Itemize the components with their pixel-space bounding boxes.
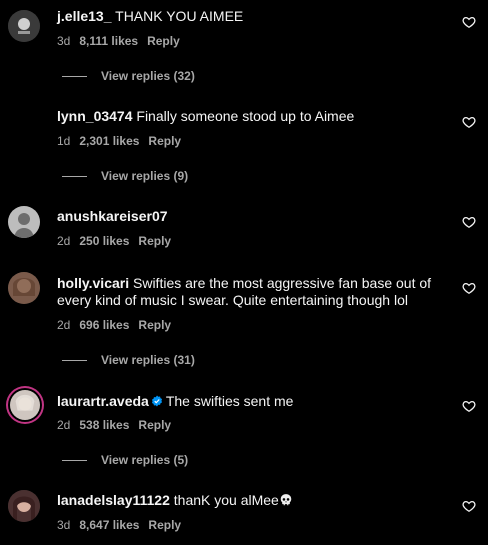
comment-username[interactable]: j.elle13_ [57,8,112,24]
comment-meta: 1d 2,301 likes Reply [57,134,190,148]
heart-outline-icon[interactable] [462,215,476,229]
reply-button[interactable]: Reply [138,234,171,248]
view-replies-button[interactable]: View replies (9) [62,169,188,183]
avatar[interactable] [10,390,40,420]
comment-age: 2d [57,418,71,432]
comment-likes[interactable]: 696 likes [79,318,129,332]
comment-age: 2d [57,318,71,332]
view-replies-button[interactable]: View replies (5) [62,453,188,467]
avatar[interactable] [8,272,40,304]
comment-age: 1d [57,134,71,148]
reply-button[interactable]: Reply [138,318,171,332]
comment-meta: 2d 538 likes Reply [57,418,180,432]
skull-emoji-icon [280,494,292,506]
comment-text: j.elle13_ THANK YOU AIMEE [57,8,447,25]
view-replies-label: View replies (31) [101,353,195,367]
comment-likes[interactable]: 2,301 likes [79,134,139,148]
heart-outline-icon[interactable] [462,499,476,513]
replies-divider [62,360,87,362]
comment-meta: 2d 696 likes Reply [57,318,180,332]
comment-username[interactable]: laurartr.aveda [57,393,149,409]
comment-age: 3d [57,518,71,532]
heart-outline-icon[interactable] [462,115,476,129]
avatar[interactable] [8,206,40,238]
replies-divider [62,176,87,178]
reply-button[interactable]: Reply [138,418,171,432]
heart-outline-icon[interactable] [462,281,476,295]
comment-username[interactable]: holly.vicari [57,275,129,291]
comment-text: lanadelslay11122 thanK you alMee [57,492,447,509]
view-replies-button[interactable]: View replies (32) [62,69,195,83]
comment-meta: 2d 250 likes Reply [57,234,180,248]
comment-body: Finally someone stood up to Aimee [132,108,355,124]
view-replies-label: View replies (5) [101,453,189,467]
comment-username[interactable]: lanadelslay11122 [57,492,170,508]
comment-age: 3d [57,34,71,48]
comment-username[interactable]: anushkareiser07 [57,208,168,224]
comment-likes[interactable]: 8,647 likes [79,518,139,532]
heart-outline-icon[interactable] [462,399,476,413]
comment-username[interactable]: lynn_03474 [57,108,133,124]
reply-button[interactable]: Reply [148,134,181,148]
view-replies-button[interactable]: View replies (31) [62,353,195,367]
comment-text: holly.vicari Swifties are the most aggre… [57,275,447,309]
comment-likes[interactable]: 8,111 likes [79,34,138,48]
comment-meta: 3d 8,111 likes Reply [57,34,189,48]
comments-list: j.elle13_ THANK YOU AIMEE 3d 8,111 likes R… [0,0,488,545]
replies-divider [62,460,87,462]
avatar[interactable] [8,10,40,42]
view-replies-label: View replies (9) [101,169,189,183]
comment-age: 2d [57,234,71,248]
heart-outline-icon[interactable] [462,15,476,29]
comment-text: anushkareiser07 [57,208,447,225]
comment-likes[interactable]: 538 likes [79,418,129,432]
view-replies-label: View replies (32) [101,69,195,83]
replies-divider [62,76,87,78]
avatar[interactable] [8,490,40,522]
comment-body: THANK YOU AIMEE [111,8,244,24]
comment-text: lynn_03474 Finally someone stood up to A… [57,108,447,125]
comment-meta: 3d 8,647 likes Reply [57,518,190,532]
comment-likes[interactable]: 250 likes [79,234,129,248]
verified-badge-icon [151,395,162,407]
reply-button[interactable]: Reply [147,34,180,48]
comment-body: The swifties sent me [165,393,294,409]
comment-text: laurartr.aveda The swifties sent me [57,393,447,410]
reply-button[interactable]: Reply [148,518,181,532]
comment-body: thanK you alMee [169,492,279,508]
